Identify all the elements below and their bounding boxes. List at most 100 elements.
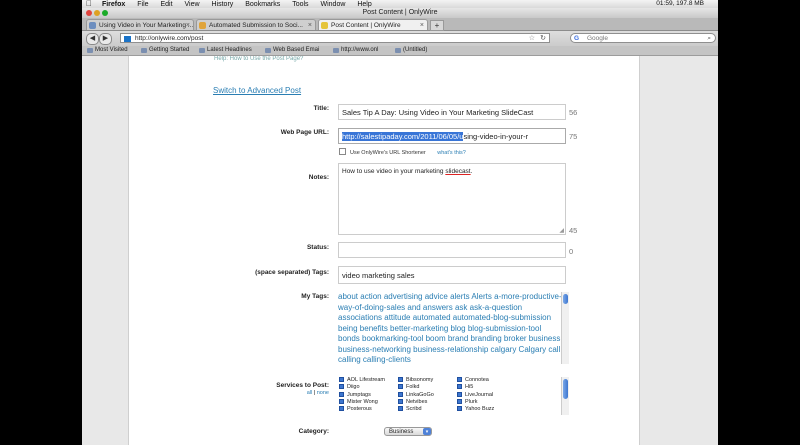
service-hi5[interactable]: Hi5: [457, 384, 494, 391]
service-posterous[interactable]: Posterous: [339, 406, 385, 413]
title-char-count: 56: [569, 108, 578, 117]
checkbox-checked-icon[interactable]: [398, 384, 403, 390]
checkbox-checked-icon[interactable]: [339, 391, 344, 397]
url-label: Web Page URL:: [280, 129, 329, 136]
services-all-none: all | none: [306, 390, 329, 396]
tab-close-icon[interactable]: ×: [186, 20, 190, 30]
checkbox-checked-icon[interactable]: [398, 377, 403, 382]
new-tab-button[interactable]: +: [430, 20, 444, 31]
tab-video-marketing[interactable]: Using Video in Your Marketing ... ×: [86, 19, 194, 30]
search-icon[interactable]: ⌕: [707, 34, 711, 44]
service-aol-lifestream[interactable]: AOL Lifestream: [339, 377, 385, 384]
navigation-toolbar: ◀ ▶ http://onlywire.com/post ☆ ↻ G Googl…: [82, 31, 718, 46]
search-bar[interactable]: G Google ⌕: [570, 33, 716, 43]
url-input[interactable]: http://salestipaday.com/2011/06/05/using…: [338, 128, 566, 144]
service-yahoo-buzz[interactable]: Yahoo Buzz: [457, 406, 494, 413]
services-none-link[interactable]: none: [317, 390, 329, 396]
address-text: http://onlywire.com/post: [135, 35, 204, 42]
services-all-link[interactable]: all: [307, 390, 313, 396]
chevron-down-icon[interactable]: ▾: [423, 428, 431, 435]
checkbox-checked-icon[interactable]: [398, 398, 403, 404]
service-livejournal[interactable]: LiveJournal: [457, 391, 494, 399]
service-linkagogo[interactable]: LinkaGoGo: [398, 391, 434, 399]
service-folkd[interactable]: Folkd: [398, 384, 434, 391]
search-placeholder: Google: [587, 35, 608, 42]
bookmark-onlywire[interactable]: http://www.onl: [332, 46, 378, 55]
bookmark-most-visited[interactable]: Most Visited: [86, 46, 128, 55]
tags-scroll-thumb[interactable]: [563, 294, 568, 304]
checkbox-checked-icon[interactable]: [457, 406, 462, 412]
checkbox-checked-icon[interactable]: [457, 377, 462, 382]
notes-label: Notes:: [308, 174, 329, 181]
checkbox-checked-icon[interactable]: [339, 384, 344, 390]
checkbox-checked-icon[interactable]: [339, 398, 344, 404]
notes-misspelled-word: slidecast: [445, 168, 471, 175]
switch-to-advanced-link[interactable]: Switch to Advanced Post: [213, 86, 301, 95]
whats-this-link[interactable]: what's this?: [437, 150, 466, 156]
site-identity-icon[interactable]: [124, 36, 131, 42]
minimize-icon[interactable]: [94, 10, 100, 16]
service-diigo[interactable]: Diigo: [339, 384, 385, 391]
service-plurk[interactable]: Plurk: [457, 398, 494, 406]
services-scrollbar[interactable]: [561, 377, 569, 415]
shortener-checkbox[interactable]: [339, 148, 346, 155]
url-rest-text: sing-video-in-your-r: [463, 132, 529, 141]
service-jumptags[interactable]: Jumptags: [339, 391, 385, 399]
service-mister-wong[interactable]: Mister Wong: [339, 398, 385, 406]
my-tags-cloud[interactable]: about action advertising advice alerts A…: [338, 292, 562, 364]
address-bar[interactable]: http://onlywire.com/post ☆ ↻: [120, 33, 550, 43]
letterbox-right: [718, 0, 800, 445]
window-title: Post Content | OnlyWire: [362, 9, 438, 16]
service-netvibes[interactable]: Netvibes: [398, 398, 434, 406]
forward-icon[interactable]: ▶: [99, 33, 112, 45]
google-icon[interactable]: G: [574, 34, 579, 44]
tab-close-icon[interactable]: ×: [420, 20, 424, 30]
services-column-1: AOL Lifestream Diigo Jumptags Mister Won…: [339, 377, 385, 413]
tags-scrollbar[interactable]: [561, 292, 569, 364]
service-bibsonomy[interactable]: Bibsonomy: [398, 377, 434, 384]
tab-bar: Using Video in Your Marketing ... × Auto…: [82, 18, 718, 31]
page-content: Help: How to Use the Post Page? Switch t…: [82, 56, 718, 445]
status-input[interactable]: [338, 242, 566, 258]
help-link[interactable]: Help: How to Use the Post Page?: [214, 56, 303, 62]
services-column-3: Connotea Hi5 LiveJournal Plurk Yahoo Buz…: [457, 377, 494, 413]
services-scroll-thumb[interactable]: [563, 379, 568, 399]
notes-textarea[interactable]: How to use video in your marketing slide…: [338, 163, 566, 235]
tab-automated-submission[interactable]: Automated Submission to Soci... ×: [196, 19, 316, 30]
checkbox-checked-icon[interactable]: [339, 377, 344, 382]
checkbox-checked-icon[interactable]: [339, 406, 344, 412]
zoom-icon[interactable]: [102, 10, 108, 16]
checkbox-checked-icon[interactable]: [457, 384, 462, 390]
checkbox-checked-icon[interactable]: [457, 398, 462, 404]
bookmark-star-icon[interactable]: ☆: [529, 34, 535, 44]
resize-grip-icon[interactable]: ◢: [559, 227, 564, 234]
service-connotea[interactable]: Connotea: [457, 377, 494, 384]
notes-period: .: [470, 168, 473, 175]
back-icon[interactable]: ◀: [86, 33, 99, 45]
checkbox-checked-icon[interactable]: [457, 391, 462, 397]
bookmark-untitled[interactable]: (Untitled): [394, 46, 427, 55]
tab-close-icon[interactable]: ×: [308, 20, 312, 30]
checkbox-checked-icon[interactable]: [398, 391, 403, 397]
status-label: Status:: [306, 244, 329, 251]
notes-text: How to use video in your marketing: [342, 168, 446, 175]
close-icon[interactable]: [86, 10, 92, 16]
bookmark-latest-headlines[interactable]: Latest Headlines: [198, 46, 252, 55]
title-value: Sales Tip A Day: Using Video in Your Mar…: [342, 108, 534, 117]
bookmark-getting-started[interactable]: Getting Started: [140, 46, 189, 55]
apple-icon[interactable]: : [86, 0, 92, 8]
browser-window:  Firefox File Edit View History Bookmar…: [82, 0, 718, 445]
checkbox-checked-icon[interactable]: [398, 406, 403, 412]
service-scribd[interactable]: Scribd: [398, 406, 434, 413]
reload-icon[interactable]: ↻: [540, 34, 546, 44]
screen:  Firefox File Edit View History Bookmar…: [0, 0, 800, 445]
title-input[interactable]: Sales Tip A Day: Using Video in Your Mar…: [338, 104, 566, 120]
bookmark-web-email[interactable]: Web Based Emai: [264, 46, 319, 55]
tags-input[interactable]: video marketing sales: [338, 266, 566, 284]
tab-post-content[interactable]: Post Content | OnlyWire ×: [318, 19, 428, 30]
services-column-2: Bibsonomy Folkd LinkaGoGo Netvibes Scrib…: [398, 377, 434, 413]
notes-char-count: 45: [569, 226, 578, 235]
category-select[interactable]: Business ▾: [384, 427, 432, 436]
page-favicon-icon: [199, 22, 206, 29]
shortener-label: Use OnlyWire's URL Shortener: [350, 150, 426, 156]
